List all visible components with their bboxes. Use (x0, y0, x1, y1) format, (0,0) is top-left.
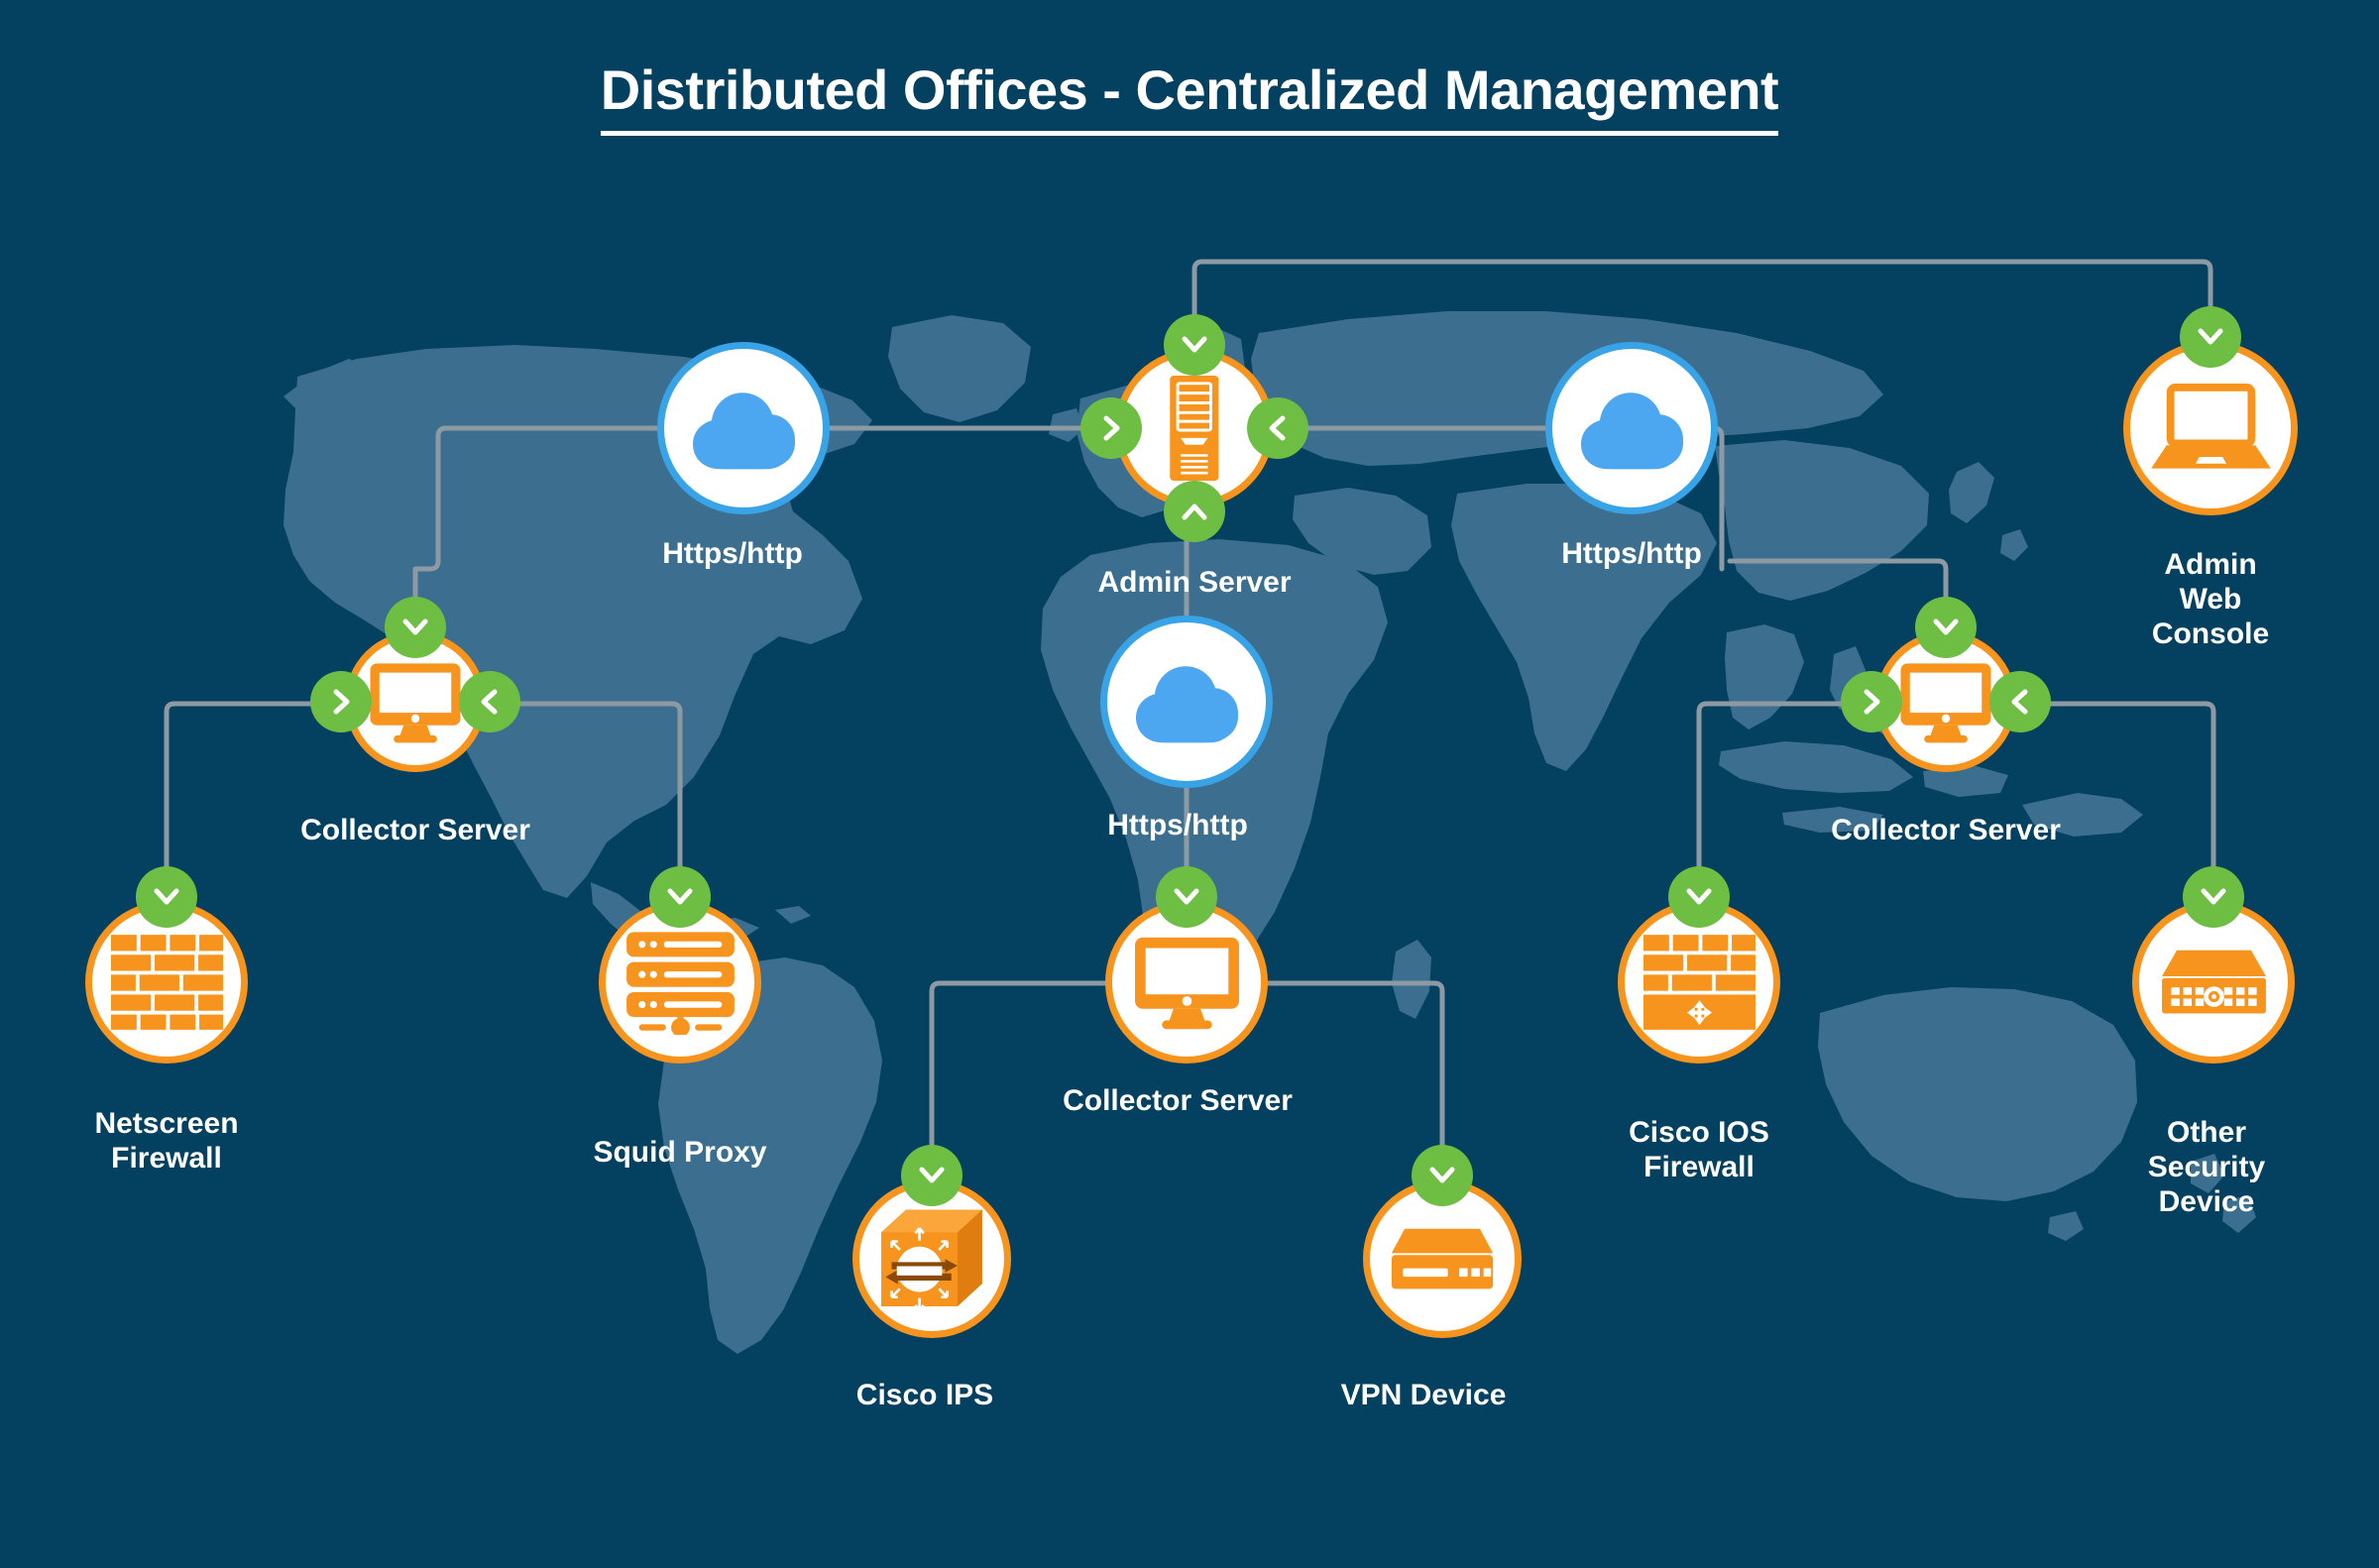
chevron-right-badge-icon[interactable] (1080, 397, 1142, 459)
cloud-icon (1127, 659, 1246, 744)
chevron-down-badge-icon[interactable] (649, 866, 711, 928)
node-disc-https-http-left (657, 342, 830, 514)
node-collector-server-center[interactable] (1105, 866, 1268, 1064)
chevron-down-badge-icon[interactable] (2183, 866, 2244, 928)
chevron-down-badge-icon[interactable] (901, 1145, 963, 1206)
node-label-vpn-device: VPN Device (1340, 1379, 1507, 1411)
chevron-down-badge-icon[interactable] (1156, 866, 1217, 928)
chevron-right-badge-icon[interactable] (310, 671, 372, 732)
ips-box-icon (877, 1207, 986, 1311)
chevron-down-badge-icon[interactable] (1164, 314, 1225, 376)
chevron-left-badge-icon[interactable] (1247, 397, 1308, 459)
vpn-appliance-icon (1388, 1225, 1497, 1292)
node-vpn-device[interactable] (1363, 1145, 1522, 1338)
chevron-down-badge-icon[interactable] (1668, 866, 1730, 928)
brick-wall-icon (110, 935, 223, 1030)
chevron-down-badge-icon[interactable] (1412, 1145, 1473, 1206)
node-https-http-center[interactable] (1100, 616, 1273, 788)
chevron-left-badge-icon[interactable] (1989, 671, 2051, 732)
chevron-left-badge-icon[interactable] (459, 671, 520, 732)
node-cisco-ips[interactable] (852, 1145, 1011, 1338)
laptop-icon (2150, 384, 2271, 473)
chevron-down-badge-icon[interactable] (136, 866, 197, 928)
node-label-cisco-ios-firewall: Cisco IOS Firewall (1629, 1116, 1769, 1184)
node-collector-server-left[interactable] (310, 597, 520, 772)
node-admin-web-console[interactable] (2123, 306, 2298, 515)
page-title: Distributed Offices - Centralized Manage… (0, 57, 2379, 136)
node-collector-server-right[interactable] (1841, 597, 2051, 772)
network-appliance-icon (2158, 947, 2270, 1017)
node-netscreen-firewall[interactable] (85, 866, 248, 1064)
node-disc-https-http-center (1100, 616, 1273, 788)
node-cisco-ios-firewall[interactable] (1618, 866, 1780, 1064)
node-label-https-http-left: Https/http (662, 537, 803, 570)
chevron-up-badge-icon[interactable] (1164, 481, 1225, 542)
node-https-http-left[interactable] (657, 342, 830, 514)
chevron-right-badge-icon[interactable] (1841, 671, 1902, 732)
chevron-down-badge-icon[interactable] (385, 597, 446, 658)
node-other-security-device[interactable] (2132, 866, 2295, 1064)
node-label-other-security-device: Other Security Device (2147, 1116, 2266, 1219)
node-label-netscreen-firewall: Netscreen Firewall (94, 1107, 239, 1176)
chevron-down-badge-icon[interactable] (1915, 597, 1977, 658)
desktop-monitor-icon (1131, 934, 1243, 1030)
node-label-collector-server-left: Collector Server (300, 814, 530, 846)
server-rack-icon (624, 930, 736, 1035)
node-label-https-http-center: Https/http (1107, 809, 1248, 841)
node-label-squid-proxy: Squid Proxy (593, 1136, 767, 1169)
node-admin-server[interactable] (1080, 314, 1308, 542)
node-label-admin-web-console: Admin Web Console (2151, 548, 2270, 651)
node-squid-proxy[interactable] (599, 866, 761, 1064)
chevron-down-badge-icon[interactable] (2180, 306, 2241, 368)
cloud-icon (684, 386, 803, 471)
node-label-collector-server-center: Collector Server (1063, 1084, 1293, 1117)
node-label-https-http-right: Https/http (1561, 537, 1702, 570)
desktop-monitor-icon (367, 660, 464, 743)
diagram-canvas: Distributed Offices - Centralized Manage… (0, 0, 2379, 1568)
node-label-collector-server-right: Collector Server (1831, 814, 2061, 846)
server-tower-icon (1164, 374, 1225, 483)
node-disc-https-http-right (1545, 342, 1718, 514)
desktop-monitor-icon (1897, 660, 1994, 743)
page-title-text: Distributed Offices - Centralized Manage… (600, 57, 1779, 136)
node-label-admin-server: Admin Server (1097, 566, 1292, 599)
cloud-icon (1572, 386, 1691, 471)
brick-wall-router-icon (1643, 935, 1756, 1030)
node-label-cisco-ips: Cisco IPS (855, 1379, 994, 1411)
node-https-http-right[interactable] (1545, 342, 1718, 514)
